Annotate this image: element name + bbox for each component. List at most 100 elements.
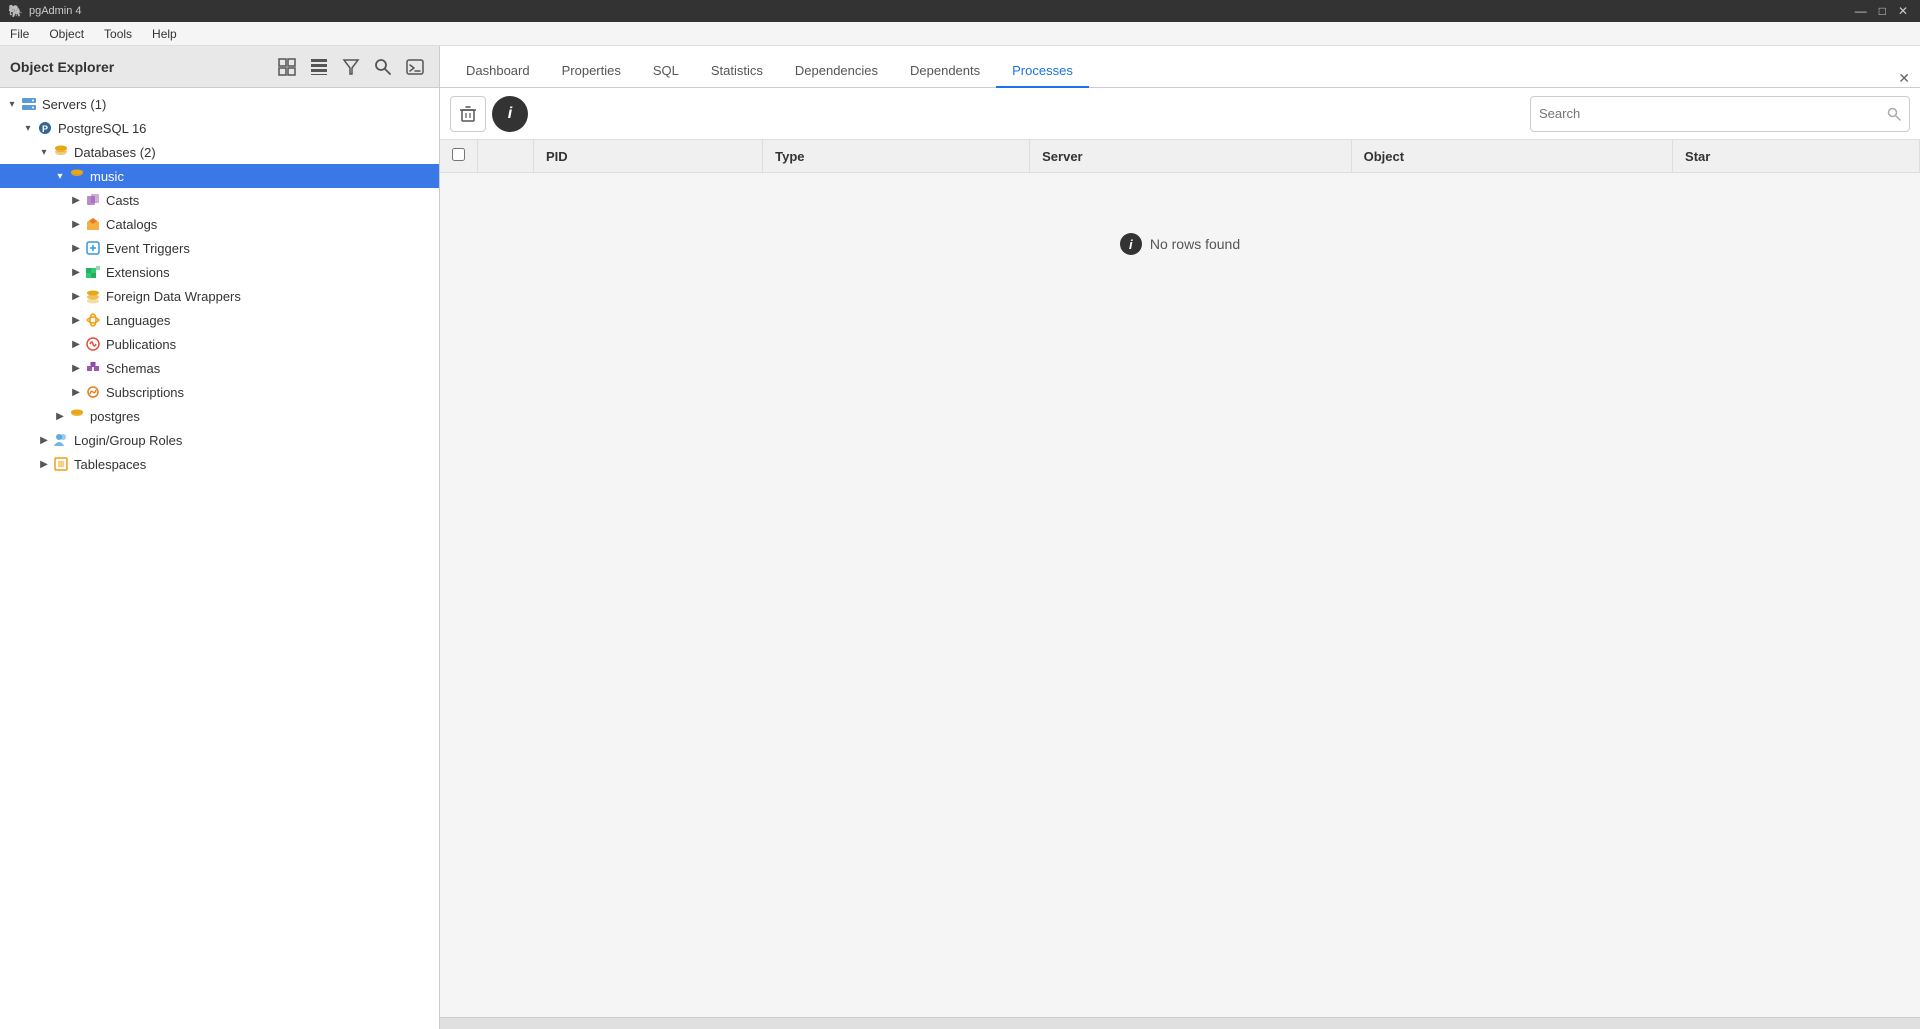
chevron-casts[interactable]: ▶ bbox=[68, 195, 84, 206]
chevron-catalogs[interactable]: ▶ bbox=[68, 219, 84, 230]
chevron-music[interactable]: ▾ bbox=[52, 171, 68, 182]
tree-item-extensions[interactable]: ▶ Extensions bbox=[0, 260, 439, 284]
languages-icon bbox=[84, 311, 102, 329]
menu-object[interactable]: Object bbox=[45, 25, 88, 43]
chevron-postgres[interactable]: ▶ bbox=[52, 411, 68, 422]
app-title: pgAdmin 4 bbox=[29, 5, 82, 17]
tree-item-postgres[interactable]: ▶ postgres bbox=[0, 404, 439, 428]
panel-close-button[interactable]: ✕ bbox=[1898, 70, 1910, 86]
table-header-row: PID Type Server Object Star bbox=[440, 140, 1920, 173]
search-input[interactable] bbox=[1539, 106, 1887, 121]
tree-item-subscriptions[interactable]: ▶ Subscriptions bbox=[0, 380, 439, 404]
main-layout: Object Explorer bbox=[0, 46, 1920, 1029]
tree-item-servers[interactable]: ▾ Servers (1) bbox=[0, 92, 439, 116]
chevron-languages[interactable]: ▶ bbox=[68, 315, 84, 326]
properties-icon-btn[interactable] bbox=[273, 53, 301, 81]
tree-label-login-roles: Login/Group Roles bbox=[74, 433, 182, 448]
tab-sql[interactable]: SQL bbox=[637, 55, 695, 88]
delete-button[interactable] bbox=[450, 96, 486, 132]
object-explorer-panel: Object Explorer bbox=[0, 46, 440, 1029]
chevron-subscriptions[interactable]: ▶ bbox=[68, 387, 84, 398]
publications-icon bbox=[84, 335, 102, 353]
chevron-postgresql[interactable]: ▾ bbox=[20, 123, 36, 134]
grid-icon bbox=[310, 58, 328, 76]
delete-icon bbox=[459, 105, 477, 123]
tree-label-servers: Servers (1) bbox=[42, 97, 106, 112]
chevron-tablespaces[interactable]: ▶ bbox=[36, 459, 52, 470]
tree-item-tablespaces[interactable]: ▶ Tablespaces bbox=[0, 452, 439, 476]
tablespaces-icon bbox=[52, 455, 70, 473]
tree-item-login-roles[interactable]: ▶ Login/Group Roles bbox=[0, 428, 439, 452]
tree-label-music: music bbox=[90, 169, 124, 184]
menu-help[interactable]: Help bbox=[148, 25, 181, 43]
search-box[interactable] bbox=[1530, 96, 1910, 132]
tree-label-casts: Casts bbox=[106, 193, 139, 208]
right-panel: Dashboard Properties SQL Statistics Depe… bbox=[440, 46, 1920, 1029]
schemas-icon bbox=[84, 359, 102, 377]
th-checkbox bbox=[440, 140, 478, 173]
tree-item-casts[interactable]: ▶ Casts bbox=[0, 188, 439, 212]
databases-icon bbox=[52, 143, 70, 161]
chevron-servers[interactable]: ▾ bbox=[4, 99, 20, 110]
chevron-databases[interactable]: ▾ bbox=[36, 147, 52, 158]
tab-statistics[interactable]: Statistics bbox=[695, 55, 779, 88]
chevron-schemas[interactable]: ▶ bbox=[68, 363, 84, 374]
tree-label-catalogs: Catalogs bbox=[106, 217, 157, 232]
titlebar-left: 🐘 pgAdmin 4 bbox=[8, 4, 82, 18]
maximize-button[interactable]: □ bbox=[1875, 4, 1890, 18]
search-icon-btn[interactable] bbox=[369, 53, 397, 81]
tab-dashboard[interactable]: Dashboard bbox=[450, 55, 546, 88]
tree-label-schemas: Schemas bbox=[106, 361, 160, 376]
tree-item-catalogs[interactable]: ▶ Catalogs bbox=[0, 212, 439, 236]
tree-item-languages[interactable]: ▶ Languages bbox=[0, 308, 439, 332]
chevron-fdw[interactable]: ▶ bbox=[68, 291, 84, 302]
tabs-bar: Dashboard Properties SQL Statistics Depe… bbox=[440, 46, 1920, 88]
tab-dependencies[interactable]: Dependencies bbox=[779, 55, 894, 88]
menu-file[interactable]: File bbox=[6, 25, 33, 43]
titlebar-controls: — □ ✕ bbox=[1851, 4, 1912, 18]
tree-item-publications[interactable]: ▶ Publications bbox=[0, 332, 439, 356]
horizontal-scrollbar[interactable] bbox=[440, 1017, 1920, 1029]
chevron-extensions[interactable]: ▶ bbox=[68, 267, 84, 278]
filter-icon bbox=[342, 58, 360, 76]
tab-properties[interactable]: Properties bbox=[546, 55, 637, 88]
tree-label-postgres: postgres bbox=[90, 409, 140, 424]
menu-tools[interactable]: Tools bbox=[100, 25, 136, 43]
terminal-icon-btn[interactable] bbox=[401, 53, 429, 81]
tree-label-tablespaces: Tablespaces bbox=[74, 457, 146, 472]
tree-container[interactable]: ▾ Servers (1) ▾ P PostgreSQL 16 ▾ bbox=[0, 88, 439, 1029]
tree-item-schemas[interactable]: ▶ Schemas bbox=[0, 356, 439, 380]
panel-header: Object Explorer bbox=[0, 46, 439, 88]
casts-icon bbox=[84, 191, 102, 209]
filter-icon-btn[interactable] bbox=[337, 53, 365, 81]
tab-processes[interactable]: Processes bbox=[996, 55, 1089, 88]
search-icon bbox=[374, 58, 392, 76]
tree-label-fdw: Foreign Data Wrappers bbox=[106, 289, 241, 304]
no-rows-info-icon: i bbox=[1120, 233, 1142, 255]
chevron-login-roles[interactable]: ▶ bbox=[36, 435, 52, 446]
chevron-event-triggers[interactable]: ▶ bbox=[68, 243, 84, 254]
select-all-checkbox[interactable] bbox=[452, 148, 465, 161]
no-rows-container: i No rows found bbox=[440, 173, 1920, 315]
minimize-button[interactable]: — bbox=[1851, 4, 1871, 18]
tab-dependents[interactable]: Dependents bbox=[894, 55, 996, 88]
table-container[interactable]: PID Type Server Object Star i No rows fo… bbox=[440, 140, 1920, 1017]
chevron-publications[interactable]: ▶ bbox=[68, 339, 84, 350]
tree-item-event-triggers[interactable]: ▶ Event Triggers bbox=[0, 236, 439, 260]
tree-item-fdw[interactable]: ▶ Foreign Data Wrappers bbox=[0, 284, 439, 308]
tree-label-publications: Publications bbox=[106, 337, 176, 352]
catalogs-icon bbox=[84, 215, 102, 233]
tree-item-music[interactable]: ▾ music bbox=[0, 164, 439, 188]
app-icon: 🐘 bbox=[8, 4, 23, 18]
grid-view-icon-btn[interactable] bbox=[305, 53, 333, 81]
tree-item-postgresql[interactable]: ▾ P PostgreSQL 16 bbox=[0, 116, 439, 140]
tree-item-databases[interactable]: ▾ Databases (2) bbox=[0, 140, 439, 164]
content-toolbar: i bbox=[440, 88, 1920, 140]
help-button[interactable]: i bbox=[492, 96, 528, 132]
postgres-db-icon bbox=[68, 407, 86, 425]
titlebar: 🐘 pgAdmin 4 — □ ✕ bbox=[0, 0, 1920, 22]
extensions-icon bbox=[84, 263, 102, 281]
search-input-icon bbox=[1887, 107, 1901, 121]
close-button[interactable]: ✕ bbox=[1894, 4, 1912, 18]
th-state: Star bbox=[1673, 140, 1920, 173]
